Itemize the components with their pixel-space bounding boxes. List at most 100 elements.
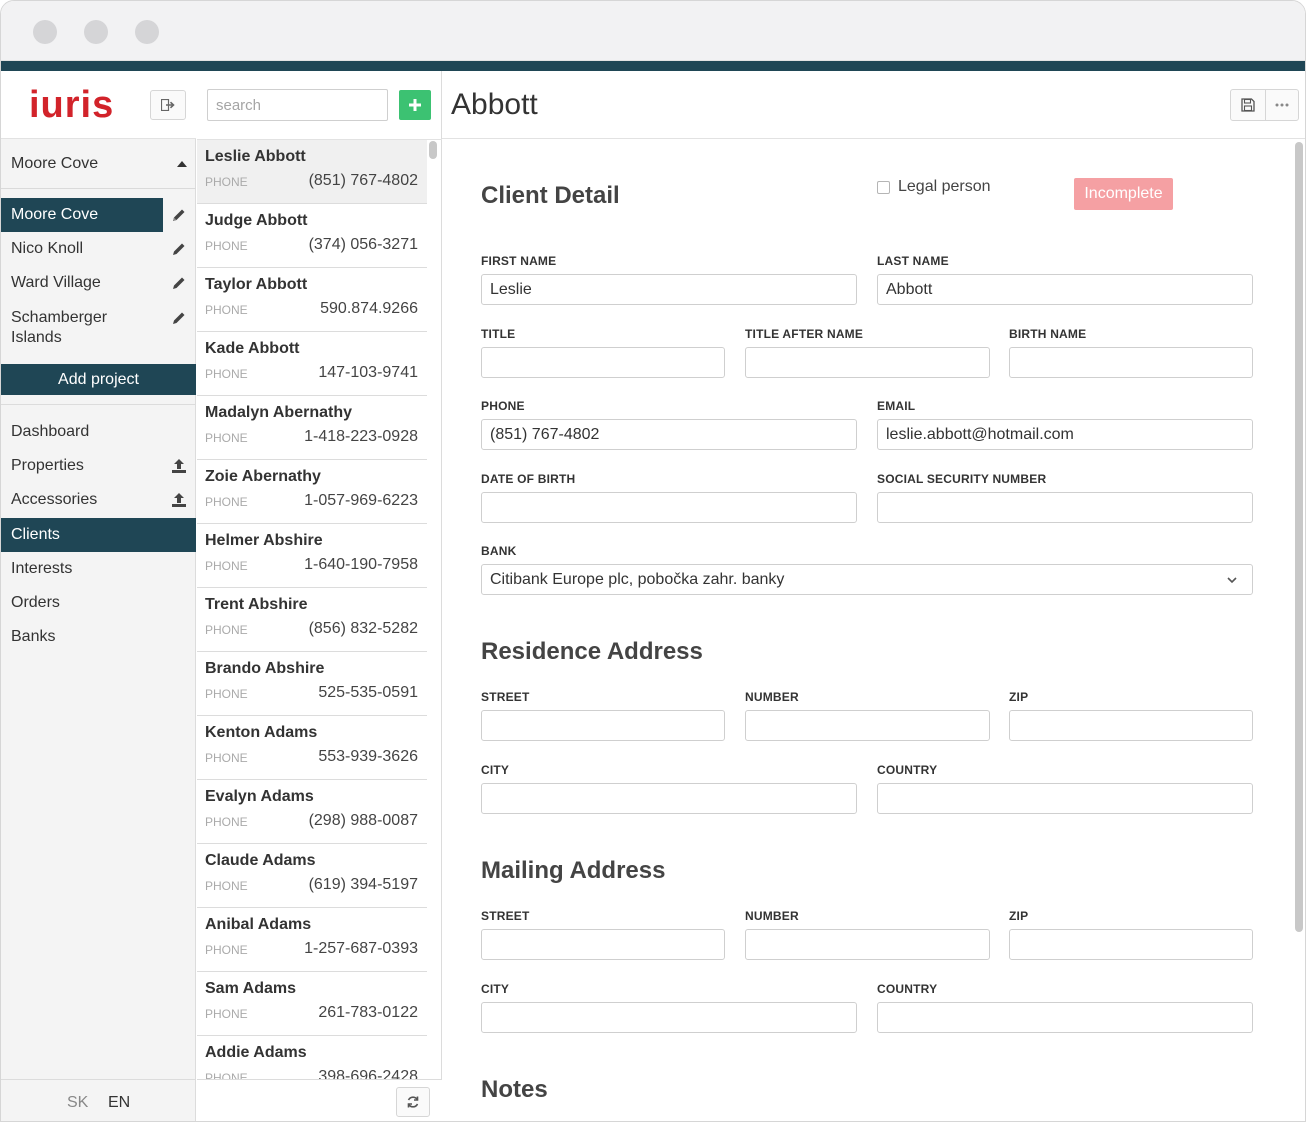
nav-label: Dashboard — [11, 423, 90, 440]
residence-street-field[interactable] — [481, 710, 725, 741]
add-client-button[interactable] — [399, 90, 431, 120]
mailing-number-field[interactable] — [745, 929, 990, 960]
client-row[interactable]: Taylor Abbott PHONE 590.874.9266 — [197, 268, 427, 332]
detail-scrollbar[interactable] — [1295, 142, 1303, 932]
project-item-ward-village[interactable]: Ward Village — [1, 266, 196, 300]
mailing-country-field[interactable] — [877, 1002, 1253, 1033]
birth-name-field[interactable] — [1009, 347, 1253, 378]
email-field[interactable] — [877, 419, 1253, 450]
project-name: Ward Village — [11, 274, 101, 291]
residence-address-heading: Residence Address — [481, 638, 703, 665]
title-after-name-field[interactable] — [745, 347, 990, 378]
residence-number-field[interactable] — [745, 710, 990, 741]
nav-item-accessories[interactable]: Accessories — [1, 483, 196, 517]
client-row[interactable]: Zoie Abernathy PHONE 1-057-969-6223 — [197, 460, 427, 524]
client-phone: (856) 832-5282 — [308, 620, 418, 637]
ssn-field[interactable] — [877, 492, 1253, 523]
legal-person-checkbox[interactable]: Legal person — [877, 178, 991, 196]
add-project-button[interactable]: Add project — [1, 364, 196, 395]
upload-icon[interactable] — [170, 491, 188, 509]
nav-item-clients[interactable]: Clients — [1, 518, 196, 552]
lang-en[interactable]: EN — [108, 1094, 130, 1112]
last-name-field[interactable] — [877, 274, 1253, 305]
phone-label: PHONE — [205, 623, 248, 637]
bank-select[interactable]: Citibank Europe plc, pobočka zahr. banky — [481, 564, 1253, 595]
client-row[interactable]: Evalyn Adams PHONE (298) 988-0087 — [197, 780, 427, 844]
client-row[interactable]: Leslie Abbott PHONE (851) 767-4802 — [197, 140, 427, 204]
nav-item-banks[interactable]: Banks — [1, 620, 196, 654]
client-row[interactable]: Kenton Adams PHONE 553-939-3626 — [197, 716, 427, 780]
pencil-icon[interactable] — [171, 275, 187, 291]
nav-item-dashboard[interactable]: Dashboard — [1, 415, 196, 449]
window-minimize-dot[interactable] — [84, 20, 108, 44]
project-item-moore-cove[interactable]: Moore Cove — [1, 198, 196, 232]
first-name-field[interactable] — [481, 274, 857, 305]
client-row[interactable]: Helmer Abshire PHONE 1-640-190-7958 — [197, 524, 427, 588]
client-row[interactable]: Sam Adams PHONE 261-783-0122 — [197, 972, 427, 1036]
client-row[interactable]: Addie Adams PHONE 398-696-2428 — [197, 1036, 427, 1079]
refresh-button[interactable] — [396, 1087, 430, 1117]
project-item-nico-knoll[interactable]: Nico Knoll — [1, 232, 196, 266]
upload-icon[interactable] — [170, 457, 188, 475]
window-close-dot[interactable] — [33, 20, 57, 44]
client-row[interactable]: Claude Adams PHONE (619) 394-5197 — [197, 844, 427, 908]
phone-field[interactable] — [481, 419, 857, 450]
header-button-group — [1230, 89, 1299, 121]
save-button[interactable] — [1231, 90, 1265, 120]
client-row[interactable]: Kade Abbott PHONE 147-103-9741 — [197, 332, 427, 396]
divider — [1, 404, 196, 405]
logo-area: iuris — [1, 71, 196, 139]
mailing-street-field[interactable] — [481, 929, 725, 960]
pencil-icon[interactable] — [171, 310, 187, 326]
phone-label: PHONE — [205, 239, 248, 253]
client-phone: (851) 767-4802 — [308, 172, 418, 189]
title-field[interactable] — [481, 347, 725, 378]
lang-sk[interactable]: SK — [67, 1094, 88, 1112]
client-phone: 590.874.9266 — [320, 300, 418, 317]
mailing-city-field[interactable] — [481, 1002, 857, 1033]
client-phone: (374) 056-3271 — [308, 236, 418, 253]
client-phone: 261-783-0122 — [318, 1004, 418, 1021]
search-input[interactable] — [207, 89, 388, 121]
residence-zip-label: ZIP — [1009, 690, 1029, 704]
phone-label: PHONE — [205, 175, 248, 189]
window-maximize-dot[interactable] — [135, 20, 159, 44]
client-name: Kade Abbott — [205, 340, 300, 357]
client-name: Judge Abbott — [205, 212, 308, 229]
residence-zip-field[interactable] — [1009, 710, 1253, 741]
accent-bar — [1, 61, 1305, 71]
project-item-schamberger-islands[interactable]: Schamberger Islands — [1, 301, 196, 349]
more-button[interactable] — [1264, 90, 1299, 120]
nav-item-orders[interactable]: Orders — [1, 586, 196, 620]
iuris-logo[interactable]: iuris — [29, 86, 114, 124]
nav-label: Orders — [11, 594, 60, 611]
nav-label: Banks — [11, 628, 56, 645]
checkbox[interactable] — [877, 180, 890, 194]
client-row[interactable]: Judge Abbott PHONE (374) 056-3271 — [197, 204, 427, 268]
caret-up-icon[interactable] — [177, 161, 187, 167]
client-row[interactable]: Trent Abshire PHONE (856) 832-5282 — [197, 588, 427, 652]
nav-item-interests[interactable]: Interests — [1, 552, 196, 586]
residence-street-label: STREET — [481, 690, 530, 704]
residence-country-field[interactable] — [877, 783, 1253, 814]
client-row[interactable]: Brando Abshire PHONE 525-535-0591 — [197, 652, 427, 716]
residence-city-field[interactable] — [481, 783, 857, 814]
logout-button[interactable] — [150, 90, 186, 120]
pencil-icon[interactable] — [171, 207, 187, 223]
phone-label: PHONE — [205, 1071, 248, 1079]
nav-label: Properties — [11, 457, 84, 474]
phone-label: PHONE — [481, 399, 525, 413]
nav-item-properties[interactable]: Properties — [1, 449, 196, 483]
client-row[interactable]: Madalyn Abernathy PHONE 1-418-223-0928 — [197, 396, 427, 460]
mailing-zip-label: ZIP — [1009, 909, 1029, 923]
mailing-zip-field[interactable] — [1009, 929, 1253, 960]
birth-name-label: BIRTH NAME — [1009, 327, 1087, 341]
phone-label: PHONE — [205, 687, 248, 701]
client-row[interactable]: Anibal Adams PHONE 1-257-687-0393 — [197, 908, 427, 972]
detail-header: Abbott — [442, 71, 1305, 139]
project-selector[interactable]: Moore Cove — [1, 139, 196, 189]
pencil-icon[interactable] — [171, 241, 187, 257]
date-of-birth-field[interactable] — [481, 492, 857, 523]
mailing-street-label: STREET — [481, 909, 530, 923]
list-scrollbar[interactable] — [429, 141, 437, 159]
